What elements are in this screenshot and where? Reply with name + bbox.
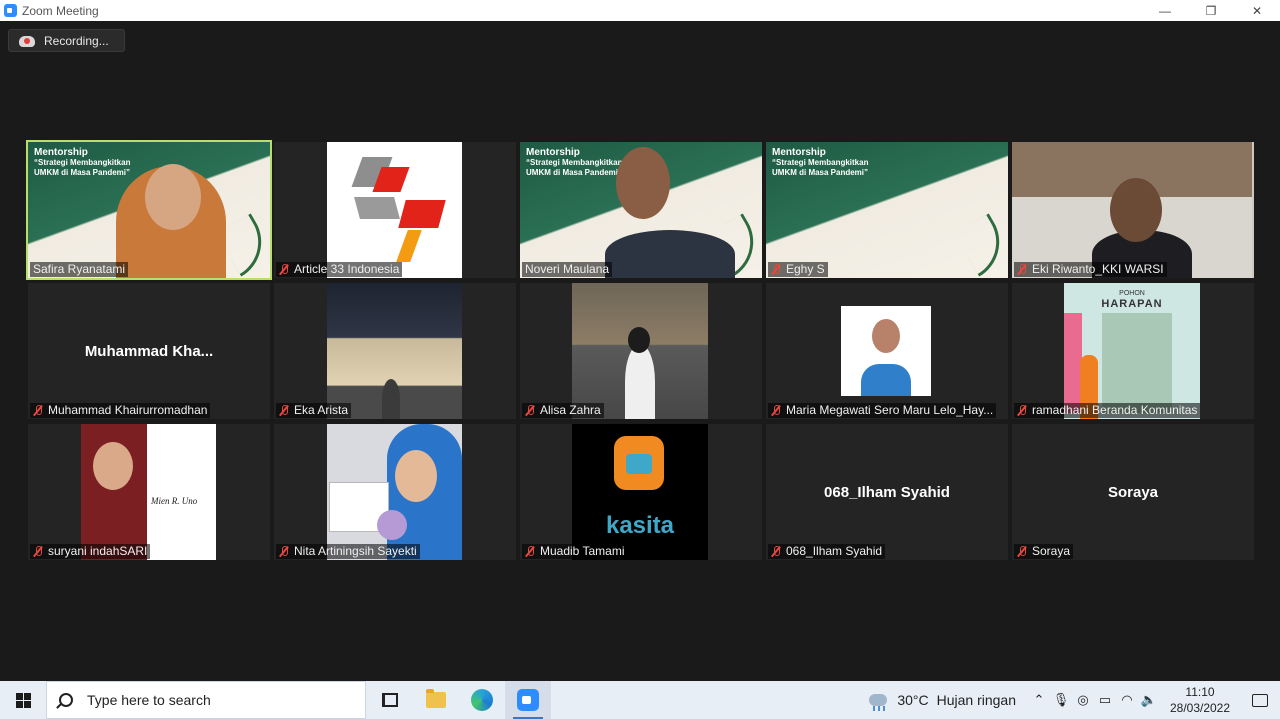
participant-tile[interactable]: Nita Artiningsih Sayekti (274, 424, 516, 560)
participant-tile[interactable]: Muhammad Kha... Muhammad Khairurromadhan (28, 283, 270, 419)
folder-icon (426, 689, 446, 708)
taskbar-search-box[interactable]: Type here to search (46, 681, 366, 719)
participant-name: Eghy S (768, 262, 828, 277)
participant-tile[interactable]: Mentorship “Strategi Membangkitkan UMKM di… (520, 142, 762, 278)
task-view-button[interactable] (367, 681, 413, 719)
participant-photo (327, 424, 462, 560)
edge-browser-button[interactable] (459, 681, 505, 719)
participant-name: Muhammad Khairurromadhan (30, 403, 211, 418)
chevron-up-icon[interactable]: ⌃ (1028, 681, 1050, 719)
zoom-app-icon (4, 4, 17, 17)
mic-muted-icon (33, 546, 43, 557)
recording-indicator[interactable]: Recording... (8, 29, 125, 52)
participant-display-name: Muhammad Kha... (84, 342, 214, 360)
participant-display-name: Soraya (1107, 483, 1159, 501)
participant-tile[interactable]: Article 33 Indonesia (274, 142, 516, 278)
battery-icon[interactable]: ▭ (1094, 681, 1116, 719)
participant-tile[interactable]: kasita Muadib Tamami (520, 424, 762, 560)
mic-muted-icon (1017, 405, 1027, 416)
participant-name: Alisa Zahra (522, 403, 604, 418)
restore-button[interactable]: ❐ (1188, 0, 1234, 21)
participant-tile[interactable]: Mentorship “Strategi Membangkitkan UMKM di… (766, 142, 1008, 278)
zoom-window: Zoom Meeting — ❐ ✕ Recording... Mentorsh… (0, 0, 1280, 719)
speaker-icon[interactable]: 🔈 (1138, 681, 1160, 719)
participant-tile[interactable]: POHON HARAPAN ramadhani Beranda Komunita… (1012, 283, 1254, 419)
task-view-icon (382, 693, 398, 707)
webcam-icon[interactable]: ◎ (1072, 681, 1094, 719)
weather-widget[interactable]: 30°C Hujan ringan (869, 692, 1016, 711)
participant-name: 068_Ilham Syahid (768, 544, 886, 559)
weather-temperature: 30°C (897, 692, 929, 708)
minimize-button[interactable]: — (1142, 0, 1188, 21)
participant-display-name: 068_Ilham Syahid (824, 483, 950, 501)
mic-muted-icon (279, 405, 289, 416)
participant-name: Nita Artiningsih Sayekti (276, 544, 420, 559)
notification-icon (1252, 693, 1268, 707)
edge-icon (471, 689, 493, 711)
close-button[interactable]: ✕ (1234, 0, 1280, 21)
title-bar: Zoom Meeting — ❐ ✕ (0, 0, 1280, 21)
participant-name: suryani indahSARI (30, 544, 151, 559)
participant-name: Eki Riwanto_KKI WARSI (1014, 262, 1167, 277)
participant-name: Soraya (1014, 544, 1074, 559)
search-placeholder: Type here to search (87, 692, 211, 708)
system-tray: 30°C Hujan ringan ⌃ 🎙 ◎ ▭ ◠ 🔈 11:10 28/0… (869, 681, 1280, 719)
zoom-taskbar-button[interactable] (505, 681, 551, 719)
participant-name: Eka Arista (276, 403, 352, 418)
participant-logo (327, 142, 462, 278)
mic-muted-icon (1017, 264, 1027, 275)
mic-muted-icon (279, 546, 289, 557)
zoom-icon (517, 689, 539, 711)
rain-cloud-icon (869, 694, 888, 711)
weather-description: Hujan ringan (936, 692, 1016, 708)
participant-logo: kasita (572, 424, 708, 560)
mic-muted-icon (1017, 546, 1027, 557)
participant-name: Maria Megawati Sero Maru Lelo_Hay... (768, 403, 997, 418)
participant-photo: Mien R. Uno (81, 424, 216, 560)
windows-taskbar: Type here to search 30°C Hujan ringan ⌃ … (0, 681, 1280, 719)
participant-tile[interactable]: Eki Riwanto_KKI WARSI (1012, 142, 1254, 278)
window-title: Zoom Meeting (22, 3, 99, 18)
wifi-icon[interactable]: ◠ (1116, 681, 1138, 719)
mic-muted-icon (771, 264, 781, 275)
participant-name: Muadib Tamami (522, 544, 628, 559)
mic-muted-icon (279, 264, 289, 275)
participant-name: Safira Ryanatami (30, 262, 129, 277)
window-controls: — ❐ ✕ (1142, 0, 1280, 21)
gallery-view: Mentorship “Strategi Membangkitkan UMKM di… (26, 140, 1254, 560)
participant-tile[interactable]: Maria Megawati Sero Maru Lelo_Hay... (766, 283, 1008, 419)
notification-center-button[interactable] (1240, 681, 1280, 719)
mic-muted-icon (771, 405, 781, 416)
participant-tile[interactable]: Eka Arista (274, 283, 516, 419)
participant-tile[interactable]: 068_Ilham Syahid 068_Ilham Syahid (766, 424, 1008, 560)
participant-name: ramadhani Beranda Komunitas (1014, 403, 1201, 418)
participant-tile[interactable]: Soraya Soraya (1012, 424, 1254, 560)
clock[interactable]: 11:10 28/03/2022 (1164, 684, 1236, 716)
start-button[interactable] (0, 681, 46, 719)
participant-tile[interactable]: Mien R. Uno suryani indahSARI (28, 424, 270, 560)
search-icon (59, 693, 73, 707)
mic-muted-icon (33, 405, 43, 416)
participant-tile[interactable]: Alisa Zahra (520, 283, 762, 419)
participant-name: Article 33 Indonesia (276, 262, 403, 277)
file-explorer-button[interactable] (413, 681, 459, 719)
clock-time: 11:10 (1185, 685, 1215, 699)
microphone-icon[interactable]: 🎙 (1050, 681, 1072, 719)
mic-muted-icon (525, 405, 535, 416)
participant-tile[interactable]: Mentorship “Strategi Membangkitkan UMKM di… (26, 140, 272, 280)
participant-photo: POHON HARAPAN (1064, 283, 1200, 419)
participant-video: Mentorship “Strategi Membangkitkan UMKM di… (766, 142, 1008, 278)
windows-logo-icon (15, 692, 31, 708)
mic-muted-icon (771, 546, 781, 557)
mic-muted-icon (525, 546, 535, 557)
recording-label: Recording... (44, 33, 109, 48)
clock-date: 28/03/2022 (1169, 701, 1231, 715)
recording-cloud-icon (19, 35, 35, 47)
participant-name: Noveri Maulana (522, 262, 613, 277)
